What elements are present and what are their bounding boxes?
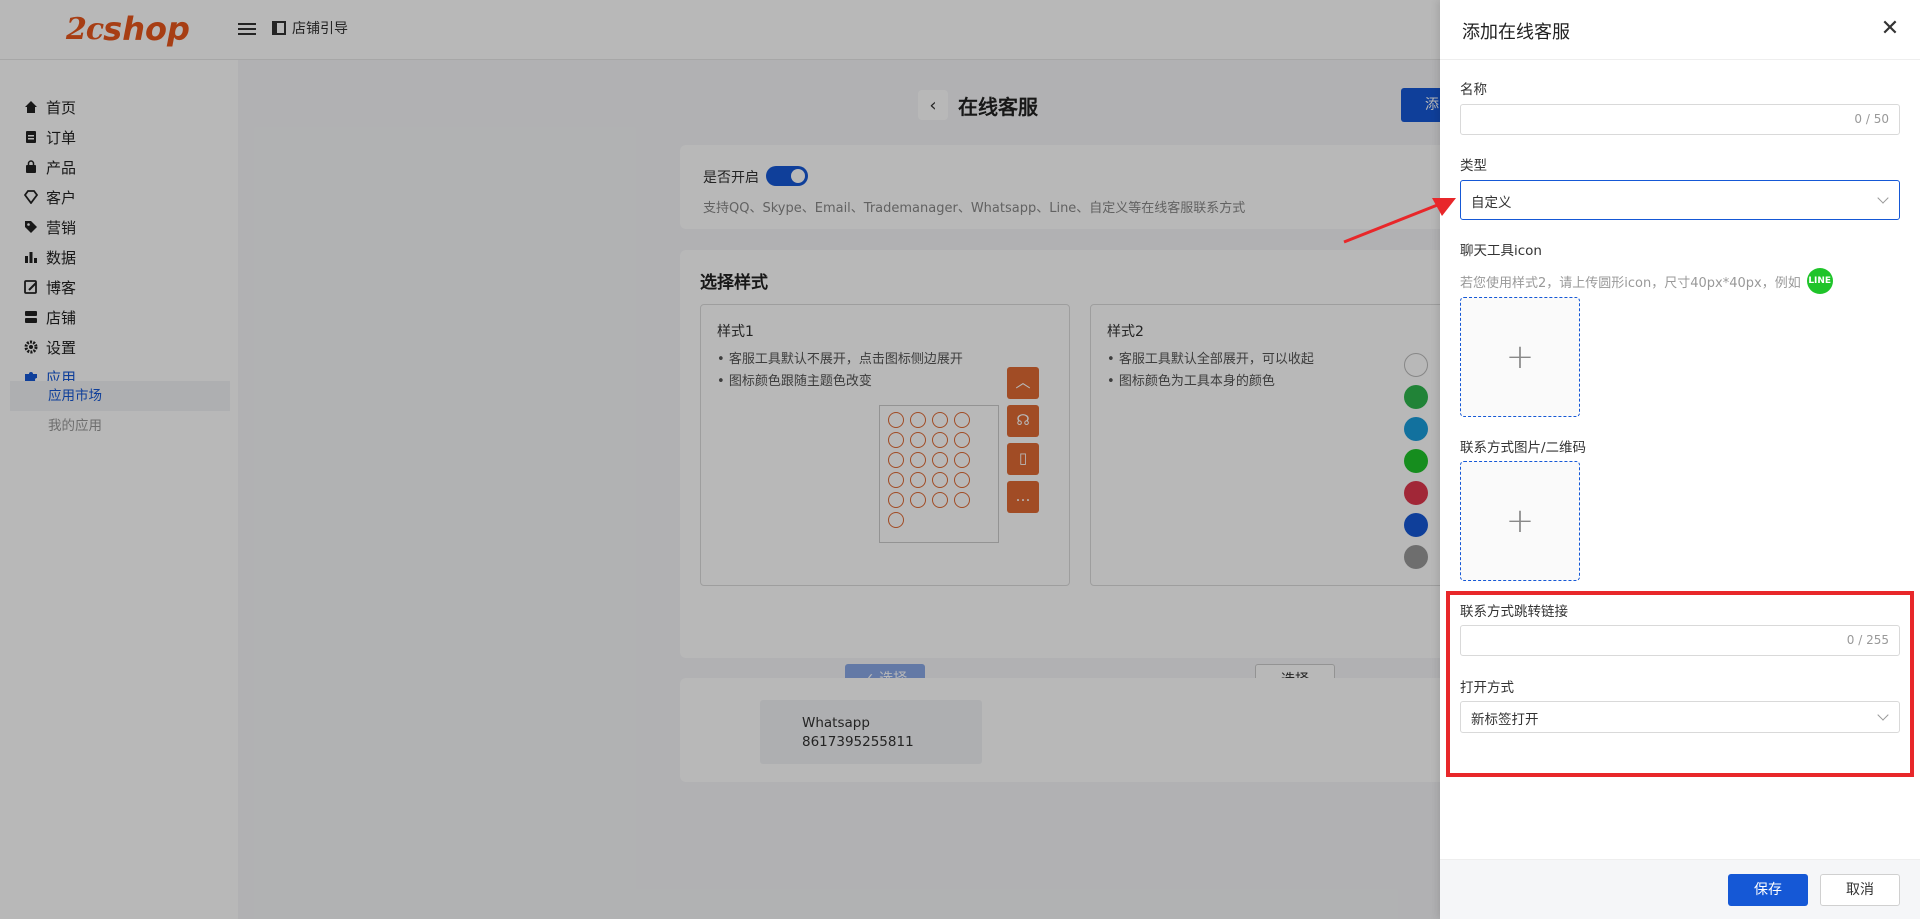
drawer-title: 添加在线客服 <box>1462 22 1570 43</box>
chat-icon-label: 聊天工具icon <box>1460 243 1542 259</box>
plus-icon: + <box>1505 337 1535 377</box>
name-label: 名称 <box>1460 82 1487 98</box>
name-char-count: 0 / 50 <box>1854 112 1889 126</box>
chat-icon-hint: 若您使用样式2，请上传圆形icon，尺寸40px*40px，例如 LINE <box>1460 268 1833 294</box>
qr-label: 联系方式图片/二维码 <box>1460 440 1587 456</box>
name-input[interactable]: 0 / 50 <box>1460 104 1900 135</box>
drawer-header: 添加在线客服 ✕ <box>1440 0 1920 60</box>
drawer-footer: 保存 取消 <box>1440 859 1920 919</box>
red-arrow-annotation <box>1343 198 1456 244</box>
chat-icon-upload[interactable]: + <box>1460 297 1580 417</box>
chat-icon-hint-text: 若您使用样式2，请上传圆形icon，尺寸40px*40px，例如 <box>1460 275 1801 291</box>
highlight-box <box>1446 591 1914 777</box>
close-icon[interactable]: ✕ <box>1878 18 1902 42</box>
type-label: 类型 <box>1460 158 1487 174</box>
type-select[interactable]: 自定义 <box>1460 180 1900 220</box>
save-button[interactable]: 保存 <box>1728 874 1808 906</box>
type-select-value: 自定义 <box>1471 195 1512 211</box>
line-icon: LINE <box>1806 268 1833 294</box>
plus-icon: + <box>1505 501 1535 541</box>
add-service-drawer: 添加在线客服 ✕ 名称 0 / 50 类型 自定义 聊天工具icon 若您使用样… <box>1440 0 1920 919</box>
chevron-down-icon <box>1877 192 1889 204</box>
qr-upload[interactable]: + <box>1460 461 1580 581</box>
modal-mask[interactable] <box>0 0 1440 919</box>
cancel-button[interactable]: 取消 <box>1820 874 1900 906</box>
